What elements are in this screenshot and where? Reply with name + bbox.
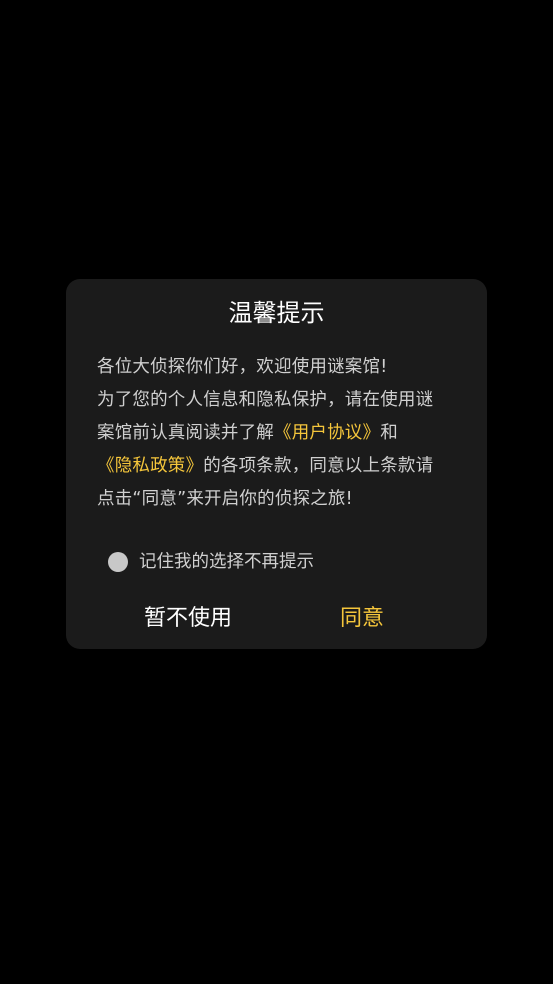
body-text: 案馆前认真阅读并了解	[97, 423, 274, 443]
screen: 温馨提示 各位大侦探你们好，欢迎使用谜案馆! 为了您的个人信息和隐私保护，请在使…	[0, 0, 553, 984]
body-line: 《隐私政策》的各项条款，同意以上条款请	[97, 450, 457, 483]
body-line: 案馆前认真阅读并了解《用户协议》和	[97, 417, 457, 450]
agree-button[interactable]: 同意	[340, 601, 384, 637]
body-line: 为了您的个人信息和隐私保护，请在使用谜	[97, 390, 434, 410]
remember-choice-label: 记住我的选择不再提示	[139, 552, 314, 572]
body-text: 和	[380, 423, 398, 443]
user-agreement-link[interactable]: 《用户协议》	[274, 423, 380, 443]
dialog-body: 各位大侦探你们好，欢迎使用谜案馆! 为了您的个人信息和隐私保护，请在使用谜 案馆…	[97, 351, 457, 516]
remember-choice-option[interactable]: 记住我的选择不再提示	[108, 549, 314, 575]
decline-button[interactable]: 暂不使用	[144, 601, 232, 637]
greeting-text: 各位大侦探你们好，欢迎使用谜案馆!	[97, 357, 388, 377]
dialog-title: 温馨提示	[228, 299, 325, 327]
privacy-dialog: 温馨提示 各位大侦探你们好，欢迎使用谜案馆! 为了您的个人信息和隐私保护，请在使…	[66, 279, 487, 649]
body-text: 的各项条款，同意以上条款请	[203, 456, 434, 476]
remember-radio-button[interactable]	[108, 552, 128, 572]
body-line: 点击“同意”来开启你的侦探之旅!	[97, 489, 353, 509]
privacy-policy-link[interactable]: 《隐私政策》	[97, 456, 203, 476]
